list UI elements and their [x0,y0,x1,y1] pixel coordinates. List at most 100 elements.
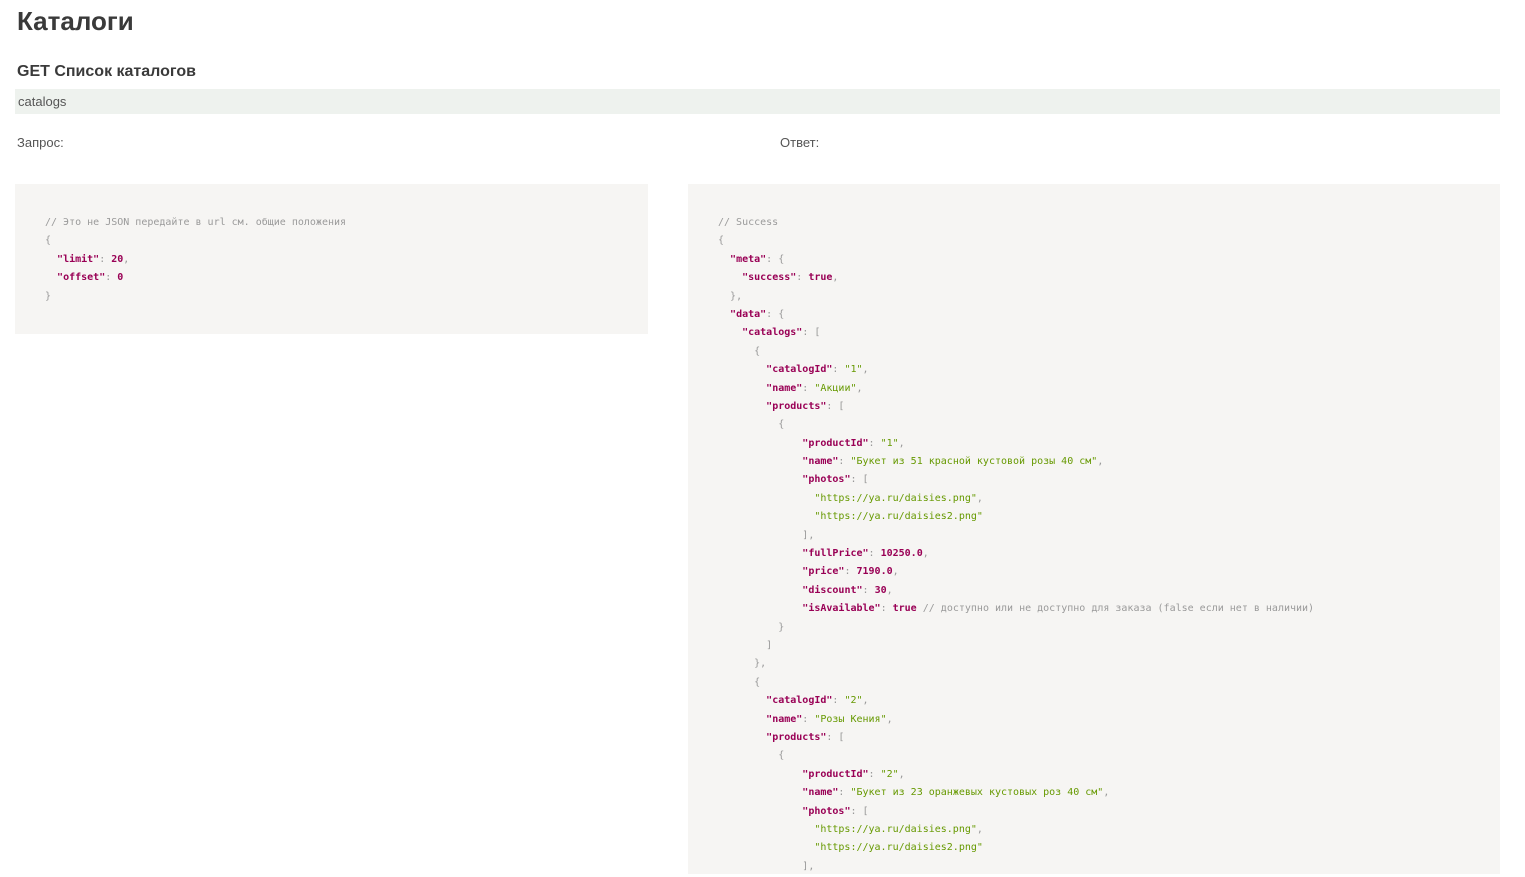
code-token-key: "limit" [57,253,100,265]
code-token-comment: // Это не JSON передайте в url см. общие… [45,217,347,228]
code-token-punct: : [880,603,893,615]
code-token-indent [718,493,814,504]
code-token-indent [45,272,57,283]
code-token-indent [718,732,766,743]
code-token-indent [718,401,766,412]
code-token-punct: , [1097,456,1104,468]
code-token-key: "isAvailable" [802,603,881,615]
code-token-string: "https://ya.ru/daisies2.png" [814,842,983,854]
code-token-punct: : { [766,308,785,320]
code-token-punct: : [832,695,845,707]
code-line: { [718,343,1500,361]
code-token-indent [718,438,802,449]
code-token-indent [718,658,754,669]
code-token-key: "products" [766,400,827,412]
code-token-punct: , [886,584,893,596]
code-token-punct: { [778,419,785,431]
code-token-punct: { [754,345,761,357]
code-line: { [718,747,1500,765]
code-line: "productId": "1", [718,435,1500,453]
code-token-key: "productId" [802,768,869,780]
code-token-punct: , [123,253,130,265]
code-token-punct: : [838,787,851,799]
code-token-punct: , [976,492,983,504]
code-token-indent [718,585,802,596]
code-line: "success": true, [718,269,1500,287]
code-token-key: "productId" [802,437,869,449]
request-label: Запрос: [17,135,64,150]
code-token-string: "2" [844,695,863,707]
code-token-punct: : [99,253,112,265]
code-token-punct: ], [802,529,815,541]
code-line: }, [718,655,1500,673]
code-token-key: "name" [802,456,839,468]
code-token-literal: 10250.0 [880,548,923,560]
code-token-indent [718,861,802,872]
code-token-punct: } [778,621,785,633]
code-token-indent [718,787,802,798]
code-line: ] [718,637,1500,655]
code-token-punct: : [ [850,805,869,817]
code-token-literal: true [808,272,833,284]
code-line: "products": [ [718,729,1500,747]
code-line: "fullPrice": 10250.0, [718,545,1500,563]
code-token-string: "Букет из 23 оранжевых кустовых роз 40 с… [850,787,1104,799]
code-token-indent [718,530,802,541]
code-token-indent [718,364,766,375]
code-token-punct: : [844,566,857,578]
code-token-punct: , [832,272,839,284]
code-token-string: "Акции" [814,382,857,394]
code-token-comment: // доступно или не доступно для заказа (… [916,603,1315,615]
code-token-punct: , [892,566,899,578]
code-token-punct: }, [730,290,743,302]
endpoint-path-text: catalogs [18,94,67,109]
code-token-indent [718,309,730,320]
code-token-string: "Букет из 51 красной кустовой розы 40 см… [850,456,1098,468]
code-token-punct: , [862,364,869,376]
code-token-punct: : [ [802,327,821,339]
code-token-punct: , [922,548,929,560]
code-token-punct: ] [766,639,773,651]
response-code-panel: // Success{ "meta": { "success": true, }… [688,184,1500,874]
code-token-indent [718,456,802,467]
code-line: } [718,619,1500,637]
code-line: "catalogs": [ [718,324,1500,342]
code-token-punct: : [868,768,881,780]
code-line: "productId": "2", [718,766,1500,784]
code-token-indent [718,548,802,559]
code-token-punct: : [ [826,731,845,743]
code-token-indent [718,824,814,835]
code-token-punct: : [802,382,815,394]
code-token-punct: } [45,290,52,302]
response-label: Ответ: [780,135,820,150]
code-token-comment: // Success [718,217,779,228]
code-token-indent [718,291,730,302]
code-line: // Это не JSON передайте в url см. общие… [45,214,648,232]
code-token-punct: : [796,272,809,284]
code-token-literal: true [892,603,917,615]
code-token-punct: : [ [826,400,845,412]
code-line: "data": { [718,306,1500,324]
code-token-literal: 20 [111,253,124,265]
code-token-indent [718,622,778,633]
code-token-punct: , [898,768,905,780]
code-token-punct: { [718,235,725,247]
code-token-punct: { [45,235,52,247]
code-token-punct: , [976,823,983,835]
code-line: "https://ya.ru/daisies2.png" [718,839,1500,857]
code-line: "offset": 0 [45,269,648,287]
code-line: }, [718,288,1500,306]
code-token-indent [718,750,778,761]
code-line: "photos": [ [718,803,1500,821]
code-token-indent [718,640,766,651]
code-token-key: "price" [802,566,845,578]
code-line: ], [718,527,1500,545]
code-token-string: "https://ya.ru/daisies.png" [814,492,977,504]
code-token-indent [718,511,814,522]
code-token-key: "products" [766,731,827,743]
code-token-punct: , [898,437,905,449]
code-token-punct: ], [802,860,815,872]
code-token-key: "photos" [802,474,851,486]
code-token-indent [718,346,754,357]
code-line: "https://ya.ru/daisies2.png" [718,508,1500,526]
